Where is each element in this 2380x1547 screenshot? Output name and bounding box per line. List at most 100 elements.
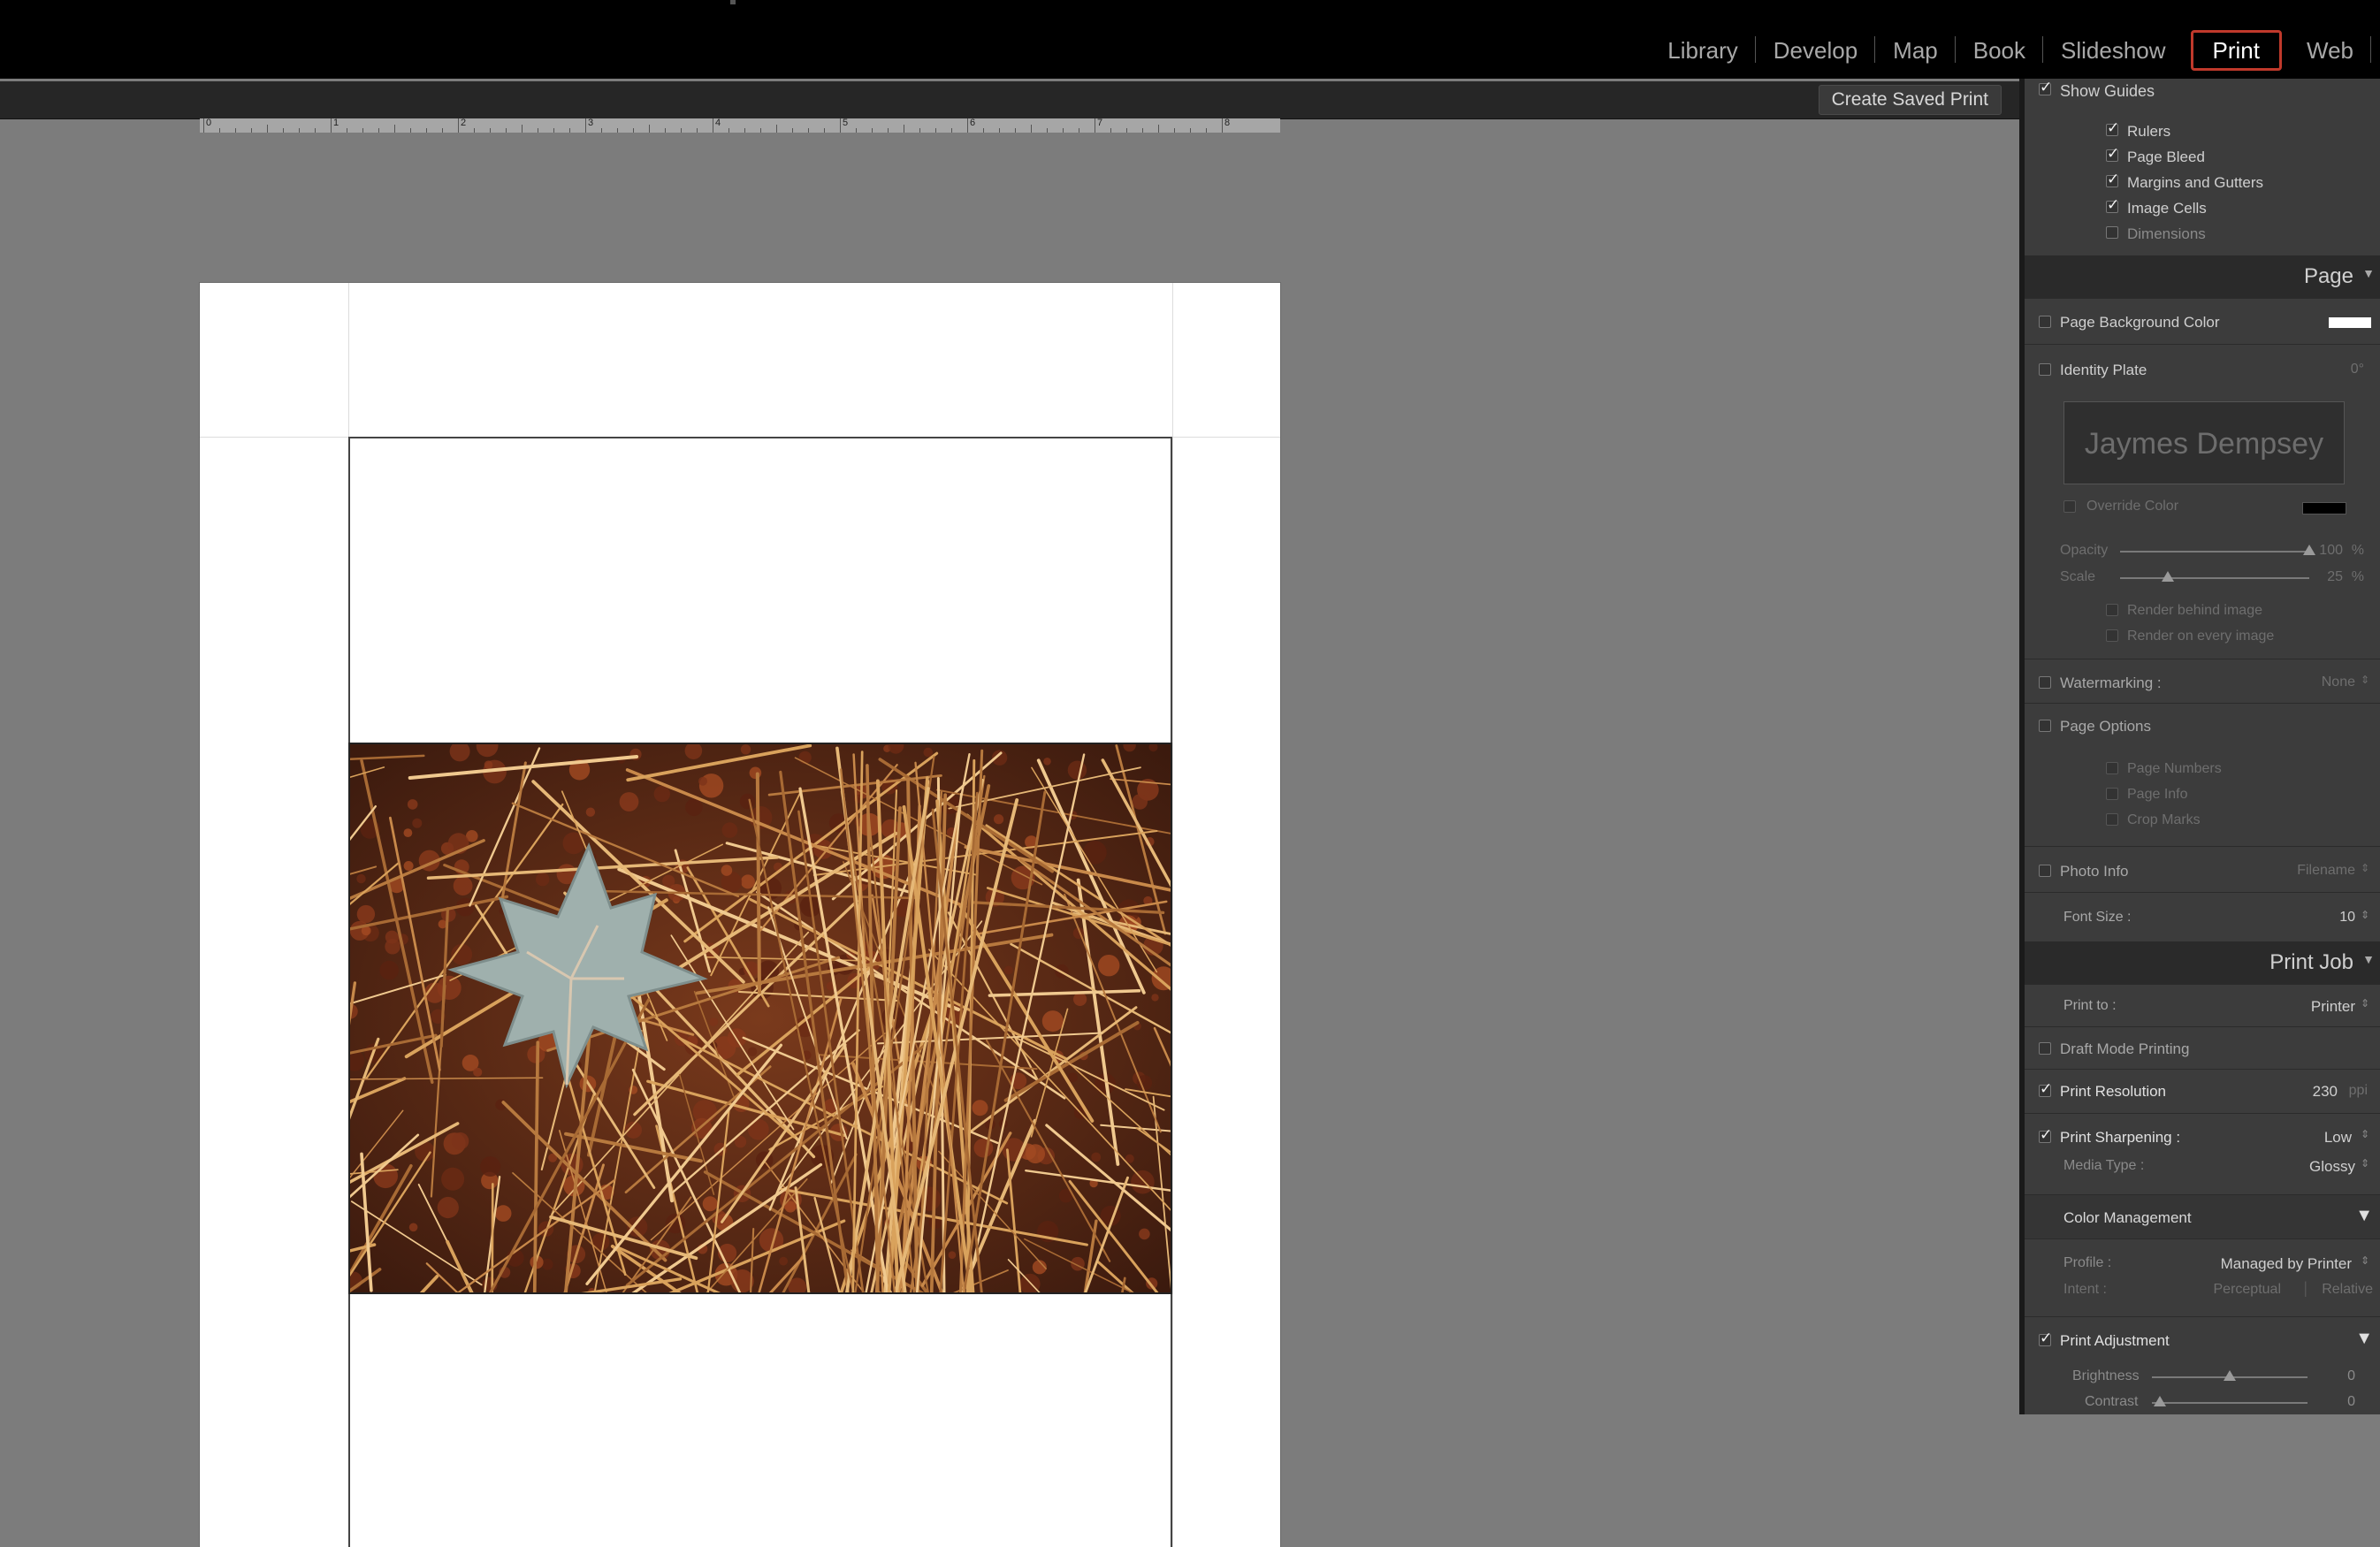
collapse-triangle-icon[interactable]: ▼ <box>2355 1206 2373 1226</box>
ruler-number: 8 <box>1224 118 1230 128</box>
override-color-swatch[interactable] <box>2302 502 2346 514</box>
render-every-label: Render on every image <box>2127 629 2274 644</box>
module-picker: Library Develop Map Book Slideshow Print… <box>1650 19 2380 81</box>
ruler-number: 4 <box>715 118 721 128</box>
collapse-triangle-icon[interactable]: ▼ <box>2362 952 2375 966</box>
stepper-icon[interactable]: ⇕ <box>2361 1128 2369 1140</box>
color-management-header[interactable]: Color Management ▼ <box>2025 1194 2380 1239</box>
intent-relative-option[interactable]: Relative <box>2322 1282 2373 1298</box>
print-to-row: Print to : Printer ⇕ <box>2025 984 2380 1027</box>
render-behind-checkbox[interactable] <box>2106 604 2118 616</box>
page-panel-header[interactable]: Page ▼ <box>2025 255 2380 298</box>
brightness-value[interactable]: 0 <box>2347 1368 2355 1384</box>
print-sharpening-value[interactable]: Low <box>2324 1129 2352 1147</box>
color-management-label: Color Management <box>2063 1209 2192 1227</box>
print-resolution-checkbox[interactable] <box>2039 1085 2051 1097</box>
page-options-section: Page Options Page Numbers Page Info Crop… <box>2025 703 2380 847</box>
dimensions-checkbox[interactable] <box>2106 226 2118 239</box>
ruler-number: 5 <box>843 118 848 128</box>
module-develop[interactable]: Develop <box>1756 31 1875 70</box>
print-sharpening-checkbox[interactable] <box>2039 1131 2051 1143</box>
page-bleed-label: Page Bleed <box>2127 149 2205 166</box>
override-color-checkbox[interactable] <box>2063 500 2076 513</box>
scale-value[interactable]: 25 <box>2327 569 2343 585</box>
scale-slider-track[interactable] <box>2120 577 2309 579</box>
contrast-value[interactable]: 0 <box>2347 1394 2355 1410</box>
collapse-triangle-icon[interactable]: ▼ <box>2355 1329 2373 1349</box>
render-every-checkbox[interactable] <box>2106 629 2118 642</box>
stepper-icon[interactable]: ⇕ <box>2361 674 2369 686</box>
margins-gutters-label: Margins and Gutters <box>2127 174 2263 192</box>
collapse-triangle-icon[interactable]: ▼ <box>2362 266 2375 280</box>
module-book[interactable]: Book <box>1956 31 2043 70</box>
page-background-label: Page Background Color <box>2060 314 2220 332</box>
create-saved-print-button[interactable]: Create Saved Print <box>1819 85 2002 115</box>
crop-marks-checkbox[interactable] <box>2106 813 2118 826</box>
stepper-icon[interactable]: ⇕ <box>2361 997 2369 1010</box>
identity-plate-preview[interactable]: Jaymes Dempsey <box>2063 401 2345 484</box>
intent-perceptual-option[interactable]: Perceptual <box>2214 1282 2282 1298</box>
print-sharpening-section: Print Sharpening : Low ⇕ Media Type : Gl… <box>2025 1113 2380 1195</box>
scale-slider-thumb[interactable] <box>2162 571 2174 582</box>
print-job-panel-header[interactable]: Print Job ▼ <box>2025 941 2380 984</box>
page-numbers-checkbox[interactable] <box>2106 762 2118 774</box>
page-info-checkbox[interactable] <box>2106 788 2118 800</box>
watermarking-value[interactable]: None <box>2322 674 2355 690</box>
watermarking-row: Watermarking : None ⇕ <box>2025 659 2380 704</box>
render-behind-label: Render behind image <box>2127 603 2262 619</box>
profile-value[interactable]: Managed by Printer <box>2221 1255 2352 1273</box>
ruler-tick <box>1031 125 1032 133</box>
draft-mode-row: Draft Mode Printing <box>2025 1026 2380 1070</box>
brightness-slider-thumb[interactable] <box>2224 1370 2236 1381</box>
opacity-slider-track[interactable] <box>2120 551 2309 552</box>
identity-plate-checkbox[interactable] <box>2039 363 2051 376</box>
page-background-checkbox[interactable] <box>2039 316 2051 328</box>
ruler-tick <box>394 125 395 133</box>
contrast-slider-track[interactable] <box>2152 1402 2308 1404</box>
print-toolbar: Create Saved Print <box>0 81 2019 119</box>
print-to-value[interactable]: Printer <box>2311 998 2355 1016</box>
watermarking-label: Watermarking : <box>2060 674 2162 692</box>
font-size-value[interactable]: 10 <box>2339 910 2355 926</box>
stepper-icon[interactable]: ⇕ <box>2361 1157 2369 1170</box>
scale-unit: % <box>2352 569 2364 585</box>
print-photo[interactable] <box>348 743 1172 1294</box>
print-resolution-value[interactable]: 230 <box>2313 1083 2338 1101</box>
show-guides-checkbox[interactable] <box>2039 83 2051 95</box>
ruler-tick <box>840 118 841 133</box>
module-slideshow[interactable]: Slideshow <box>2043 31 2184 70</box>
module-web[interactable]: Web <box>2289 31 2371 70</box>
page-bleed-checkbox[interactable] <box>2106 149 2118 162</box>
page-numbers-label: Page Numbers <box>2127 761 2222 777</box>
stepper-icon[interactable]: ⇕ <box>2361 909 2369 921</box>
dimensions-label: Dimensions <box>2127 225 2206 243</box>
identity-plate-angle[interactable]: 0° <box>2351 362 2364 377</box>
color-profile-section: Profile : Managed by Printer ⇕ Intent : … <box>2025 1238 2380 1317</box>
module-library[interactable]: Library <box>1650 31 1755 70</box>
stepper-icon[interactable]: ⇕ <box>2361 862 2369 874</box>
opacity-slider-thumb[interactable] <box>2303 545 2315 555</box>
ruler-tick <box>522 125 523 133</box>
photo-info-value[interactable]: Filename <box>2297 863 2355 879</box>
watermarking-checkbox[interactable] <box>2039 676 2051 689</box>
opacity-value[interactable]: 100 <box>2319 543 2343 559</box>
page-background-swatch[interactable] <box>2329 317 2371 328</box>
media-type-value[interactable]: Glossy <box>2309 1158 2355 1176</box>
module-print[interactable]: Print <box>2191 30 2282 71</box>
print-sharpening-label: Print Sharpening : <box>2060 1129 2180 1147</box>
photo-info-checkbox[interactable] <box>2039 865 2051 877</box>
stepper-icon[interactable]: ⇕ <box>2361 1254 2369 1267</box>
print-adjustment-checkbox[interactable] <box>2039 1334 2051 1346</box>
image-cells-checkbox[interactable] <box>2106 201 2118 213</box>
rulers-checkbox[interactable] <box>2106 124 2118 136</box>
margins-gutters-checkbox[interactable] <box>2106 175 2118 187</box>
window-indicator <box>730 0 736 4</box>
draft-mode-checkbox[interactable] <box>2039 1042 2051 1055</box>
module-map[interactable]: Map <box>1875 31 1956 70</box>
contrast-slider-thumb[interactable] <box>2154 1396 2166 1406</box>
show-guides-label: Show Guides <box>2060 82 2155 101</box>
image-cells-label: Image Cells <box>2127 200 2207 217</box>
page-options-checkbox[interactable] <box>2039 720 2051 732</box>
font-size-row: Font Size : 10 ⇕ <box>2025 892 2380 939</box>
print-canvas <box>0 133 2019 1414</box>
